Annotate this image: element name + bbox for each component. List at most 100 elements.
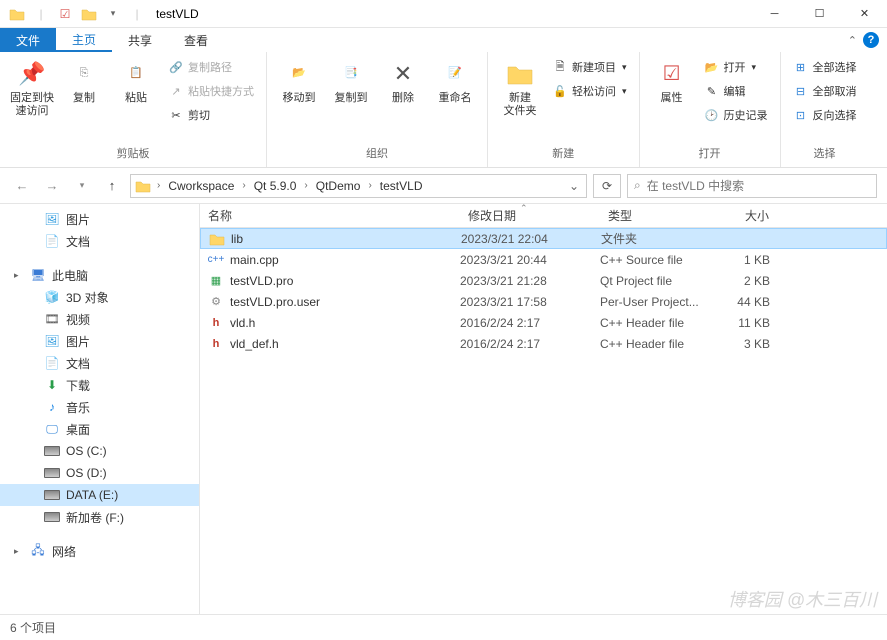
nav-pictures[interactable]: 🖼图片 <box>0 208 199 230</box>
close-button[interactable]: ✕ <box>842 0 887 28</box>
folder-icon[interactable] <box>78 3 100 25</box>
nav-item-[interactable]: 🖼图片 <box>0 330 199 352</box>
easy-access-button[interactable]: 🔓轻松访问▾ <box>548 80 631 102</box>
nav-item-[interactable]: 🎞视频 <box>0 308 199 330</box>
folder-icon[interactable] <box>6 3 28 25</box>
move-to-button[interactable]: 📂移动到 <box>275 56 323 107</box>
qat-properties-icon[interactable]: ☑ <box>54 3 76 25</box>
ribbon-group-clipboard: 📌 固定到快 速访问 ⎘ 复制 📋 粘贴 🔗复制路径 ↗粘贴快捷方式 ✂剪切 剪… <box>0 52 267 167</box>
nav-item-label: 视频 <box>66 311 90 328</box>
file-date: 2016/2/24 2:17 <box>460 316 600 330</box>
edit-button[interactable]: ✎编辑 <box>700 80 772 102</box>
delete-button[interactable]: ✕删除 <box>379 56 427 107</box>
invert-selection-button[interactable]: ⊡反向选择 <box>789 104 861 126</box>
nav-documents[interactable]: 📄文档 <box>0 230 199 252</box>
file-row[interactable]: hvld.h2016/2/24 2:17C++ Header file11 KB <box>200 312 887 333</box>
column-headers: 名称 ⌃ 修改日期 类型 大小 <box>200 204 887 228</box>
music-icon: ♪ <box>44 399 60 415</box>
file-date: 2016/2/24 2:17 <box>460 337 600 351</box>
breadcrumb-item[interactable]: testVLD <box>376 175 427 197</box>
search-input[interactable] <box>647 179 870 193</box>
help-icon[interactable]: ? <box>863 32 879 48</box>
qat-separator: | <box>126 3 148 25</box>
file-date: 2023/3/21 20:44 <box>460 253 600 267</box>
col-date[interactable]: 修改日期 <box>460 207 600 224</box>
ribbon-group-new: 新建 文件夹 🗎新建项目▾ 🔓轻松访问▾ 新建 <box>488 52 640 167</box>
recent-dropdown[interactable]: ▾ <box>70 174 94 198</box>
new-item-button[interactable]: 🗎新建项目▾ <box>548 56 631 78</box>
navigation-pane[interactable]: 🖼图片 📄文档 ▸🖥此电脑 🧊3D 对象🎞视频🖼图片📄文档⬇下载♪音乐🖵桌面OS… <box>0 204 200 614</box>
ribbon-group-select: ⊞全部选择 ⊟全部取消 ⊡反向选择 选择 <box>781 52 869 167</box>
col-name[interactable]: 名称 <box>200 207 460 224</box>
properties-button[interactable]: ☑属性 <box>648 56 696 107</box>
nav-item-[interactable]: 🖵桌面 <box>0 418 199 440</box>
file-row[interactable]: ⚙testVLD.pro.user2023/3/21 17:58Per-User… <box>200 291 887 312</box>
nav-item-[interactable]: 📄文档 <box>0 352 199 374</box>
nav-item-label: DATA (E:) <box>66 488 118 502</box>
forward-button[interactable]: → <box>40 174 64 198</box>
qat-dropdown[interactable]: ▾ <box>102 3 124 25</box>
select-all-button[interactable]: ⊞全部选择 <box>789 56 861 78</box>
maximize-button[interactable]: ☐ <box>797 0 842 28</box>
paste-button[interactable]: 📋 粘贴 <box>112 56 160 107</box>
file-row[interactable]: lib2023/3/21 22:04文件夹 <box>200 228 887 249</box>
address-dropdown[interactable]: ⌄ <box>564 179 584 193</box>
tab-file[interactable]: 文件 <box>0 28 56 52</box>
col-size[interactable]: 大小 <box>710 207 780 224</box>
cpp-icon: c++ <box>208 252 224 268</box>
minimize-button[interactable]: ─ <box>752 0 797 28</box>
select-none-button[interactable]: ⊟全部取消 <box>789 80 861 102</box>
pin-quickaccess-button[interactable]: 📌 固定到快 速访问 <box>8 56 56 120</box>
properties-icon: ☑ <box>656 58 688 90</box>
chevron-right-icon[interactable]: › <box>240 180 247 191</box>
window-title: testVLD <box>156 7 199 21</box>
address-bar[interactable]: › Cworkspace › Qt 5.9.0 › QtDemo › testV… <box>130 174 587 198</box>
chevron-right-icon[interactable]: › <box>302 180 309 191</box>
new-folder-button[interactable]: 新建 文件夹 <box>496 56 544 120</box>
copy-to-button[interactable]: 📑复制到 <box>327 56 375 107</box>
copy-button[interactable]: ⎘ 复制 <box>60 56 108 107</box>
document-icon: 📄 <box>44 355 60 371</box>
nav-item-3d[interactable]: 🧊3D 对象 <box>0 286 199 308</box>
nav-item-[interactable]: ⬇下载 <box>0 374 199 396</box>
tab-home[interactable]: 主页 <box>56 28 112 52</box>
col-type[interactable]: 类型 <box>600 207 710 224</box>
file-row[interactable]: hvld_def.h2016/2/24 2:17C++ Header file3… <box>200 333 887 354</box>
download-icon: ⬇ <box>44 377 60 393</box>
chevron-right-icon[interactable]: › <box>366 180 373 191</box>
nav-item-label: 音乐 <box>66 399 90 416</box>
pc-icon: 🖥 <box>30 267 46 283</box>
file-row[interactable]: c++main.cpp2023/3/21 20:44C++ Source fil… <box>200 249 887 270</box>
folder-icon <box>133 179 153 193</box>
user-icon: ⚙ <box>208 294 224 310</box>
file-row[interactable]: ▦testVLD.pro2023/3/21 21:28Qt Project fi… <box>200 270 887 291</box>
refresh-button[interactable]: ⟳ <box>593 174 621 198</box>
nav-item-[interactable]: ♪ 音乐 <box>0 396 199 418</box>
copy-path-button[interactable]: 🔗复制路径 <box>164 56 258 78</box>
open-button[interactable]: 📂打开▾ <box>700 56 772 78</box>
breadcrumb-item[interactable]: Cworkspace <box>164 175 238 197</box>
history-button[interactable]: 🕑历史记录 <box>700 104 772 126</box>
quick-access-toolbar: | ☑ ▾ | <box>0 3 148 25</box>
cut-button[interactable]: ✂剪切 <box>164 104 258 126</box>
rename-button[interactable]: 📝重命名 <box>431 56 479 107</box>
search-box[interactable]: ⌕ <box>627 174 877 198</box>
nav-network[interactable]: ▸🖧网络 <box>0 540 199 562</box>
nav-item-osd[interactable]: OS (D:) <box>0 462 199 484</box>
file-type: Per-User Project... <box>600 295 710 309</box>
nav-item-f[interactable]: 新加卷 (F:) <box>0 506 199 528</box>
nav-item-datae[interactable]: DATA (E:) <box>0 484 199 506</box>
collapse-ribbon-icon[interactable]: ⌃ <box>848 34 857 47</box>
nav-item-osc[interactable]: OS (C:) <box>0 440 199 462</box>
watermark: 博客园 @木三百川 <box>728 586 877 612</box>
up-button[interactable]: ↑ <box>100 174 124 198</box>
tab-share[interactable]: 共享 <box>112 28 168 52</box>
chevron-right-icon[interactable]: › <box>155 180 162 191</box>
tab-view[interactable]: 查看 <box>168 28 224 52</box>
breadcrumb-item[interactable]: Qt 5.9.0 <box>250 175 301 197</box>
back-button[interactable]: ← <box>10 174 34 198</box>
nav-this-pc[interactable]: ▸🖥此电脑 <box>0 264 199 286</box>
paste-shortcut-button[interactable]: ↗粘贴快捷方式 <box>164 80 258 102</box>
breadcrumb-item[interactable]: QtDemo <box>312 175 365 197</box>
file-list[interactable]: lib2023/3/21 22:04文件夹c++main.cpp2023/3/2… <box>200 228 887 614</box>
